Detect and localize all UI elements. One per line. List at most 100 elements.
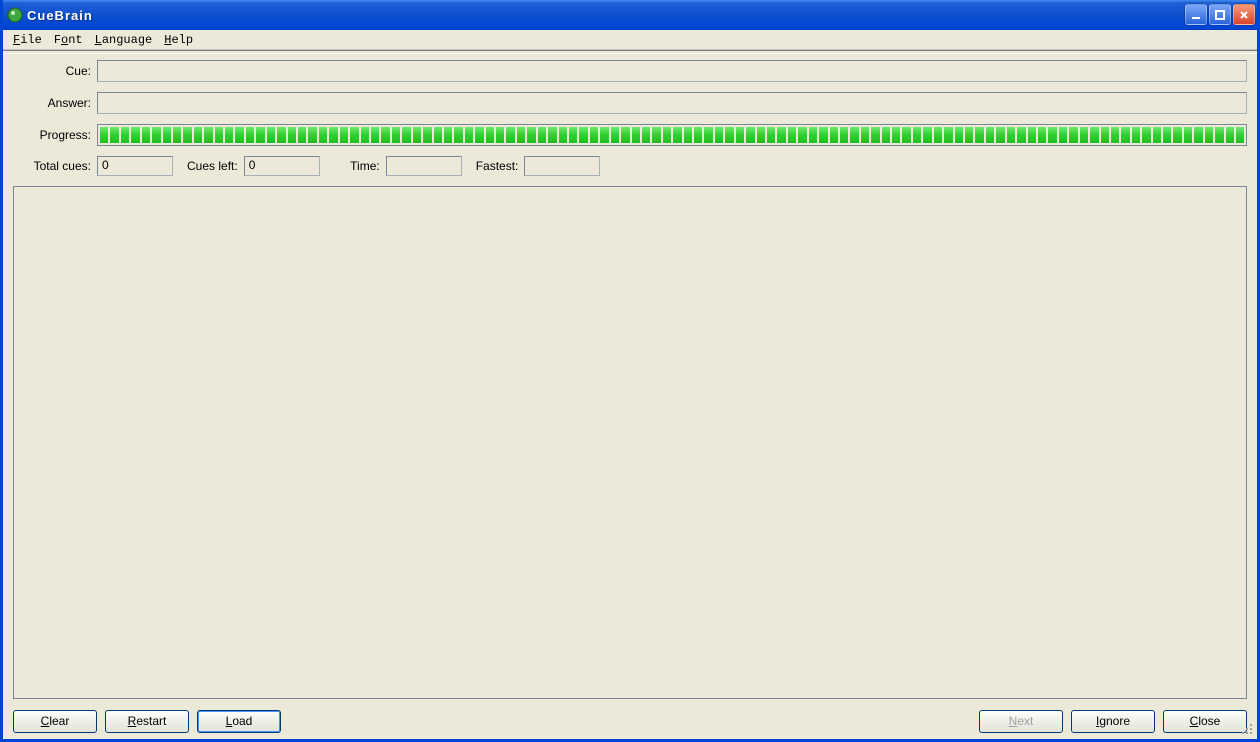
progress-segment [225, 127, 233, 143]
minimize-button[interactable] [1185, 4, 1207, 25]
progress-segment [621, 127, 629, 143]
progress-segment [871, 127, 879, 143]
app-icon [7, 7, 23, 23]
progress-segment [892, 127, 900, 143]
progress-segment [413, 127, 421, 143]
cues-left-field: 0 [244, 156, 320, 176]
progress-segment [975, 127, 983, 143]
progress-segment [559, 127, 567, 143]
progress-segment [423, 127, 431, 143]
app-window: CueBrain File Font Language Help Cue: [0, 0, 1260, 742]
titlebar[interactable]: CueBrain [3, 0, 1257, 30]
window-controls [1185, 4, 1255, 25]
progress-segment [402, 127, 410, 143]
progress-segment [1226, 127, 1234, 143]
progress-segment [194, 127, 202, 143]
next-button[interactable]: Next [979, 710, 1063, 733]
progress-row: Progress: [13, 124, 1247, 146]
cue-row: Cue: [13, 60, 1247, 82]
progress-segment [131, 127, 139, 143]
progress-segment [121, 127, 129, 143]
progress-segment [506, 127, 514, 143]
progress-segment [475, 127, 483, 143]
progress-segment [809, 127, 817, 143]
clear-button[interactable]: Clear [13, 710, 97, 733]
progress-segment [725, 127, 733, 143]
progress-segment [298, 127, 306, 143]
progress-segment [798, 127, 806, 143]
progress-segment [371, 127, 379, 143]
progress-segment [204, 127, 212, 143]
progress-segment [1048, 127, 1056, 143]
progress-segment [100, 127, 108, 143]
progress-label: Progress: [13, 128, 97, 142]
progress-segment [1205, 127, 1213, 143]
cues-left-label: Cues left: [187, 159, 244, 173]
progress-segment [361, 127, 369, 143]
progress-segment [1194, 127, 1202, 143]
client-area: Cue: Answer: Progress: Total cues: 0 Cue… [3, 54, 1257, 739]
progress-segment [1090, 127, 1098, 143]
progress-segment [986, 127, 994, 143]
fastest-label: Fastest: [476, 159, 525, 173]
resize-grip-icon[interactable] [1240, 722, 1254, 736]
progress-segment [902, 127, 910, 143]
menu-file[interactable]: File [7, 32, 48, 48]
progress-segment [757, 127, 765, 143]
progress-segment [934, 127, 942, 143]
progress-segment [444, 127, 452, 143]
progress-segment [652, 127, 660, 143]
progress-segment [256, 127, 264, 143]
progress-segment [923, 127, 931, 143]
progress-segment [840, 127, 848, 143]
progress-segment [267, 127, 275, 143]
menu-language[interactable]: Language [89, 32, 159, 48]
progress-segment [152, 127, 160, 143]
progress-segment [861, 127, 869, 143]
progress-segment [830, 127, 838, 143]
progress-segment [1236, 127, 1244, 143]
restart-button[interactable]: Restart [105, 710, 189, 733]
progress-segment [1007, 127, 1015, 143]
cue-field[interactable] [97, 60, 1247, 82]
progress-segment [767, 127, 775, 143]
close-button[interactable]: Close [1163, 710, 1247, 733]
progress-segment [142, 127, 150, 143]
menu-font[interactable]: Font [48, 32, 89, 48]
progress-segment [1111, 127, 1119, 143]
progress-segment [704, 127, 712, 143]
progress-segment [1017, 127, 1025, 143]
progress-segment [819, 127, 827, 143]
progress-segment [579, 127, 587, 143]
time-field [386, 156, 462, 176]
button-row: Clear Restart Load Next Ignore Close [13, 707, 1247, 735]
progress-segment [600, 127, 608, 143]
progress-segment [1132, 127, 1140, 143]
progress-segment [850, 127, 858, 143]
maximize-button[interactable] [1209, 4, 1231, 25]
progress-segment [882, 127, 890, 143]
progress-segment [1184, 127, 1192, 143]
load-button[interactable]: Load [197, 710, 281, 733]
progress-segment [1069, 127, 1077, 143]
progress-segment [1121, 127, 1129, 143]
progress-segment [392, 127, 400, 143]
answer-field[interactable] [97, 92, 1247, 114]
progress-segment [777, 127, 785, 143]
progress-segment [319, 127, 327, 143]
menu-help[interactable]: Help [158, 32, 199, 48]
answer-label: Answer: [13, 96, 97, 110]
fastest-field [524, 156, 600, 176]
total-cues-field: 0 [97, 156, 173, 176]
ignore-button[interactable]: Ignore [1071, 710, 1155, 733]
progress-segment [569, 127, 577, 143]
close-window-button[interactable] [1233, 4, 1255, 25]
main-textarea[interactable] [13, 186, 1247, 699]
progress-segment [944, 127, 952, 143]
progress-segment [183, 127, 191, 143]
progress-bar [97, 124, 1247, 146]
progress-segment [590, 127, 598, 143]
progress-segment [246, 127, 254, 143]
progress-segment [673, 127, 681, 143]
progress-segment [1142, 127, 1150, 143]
